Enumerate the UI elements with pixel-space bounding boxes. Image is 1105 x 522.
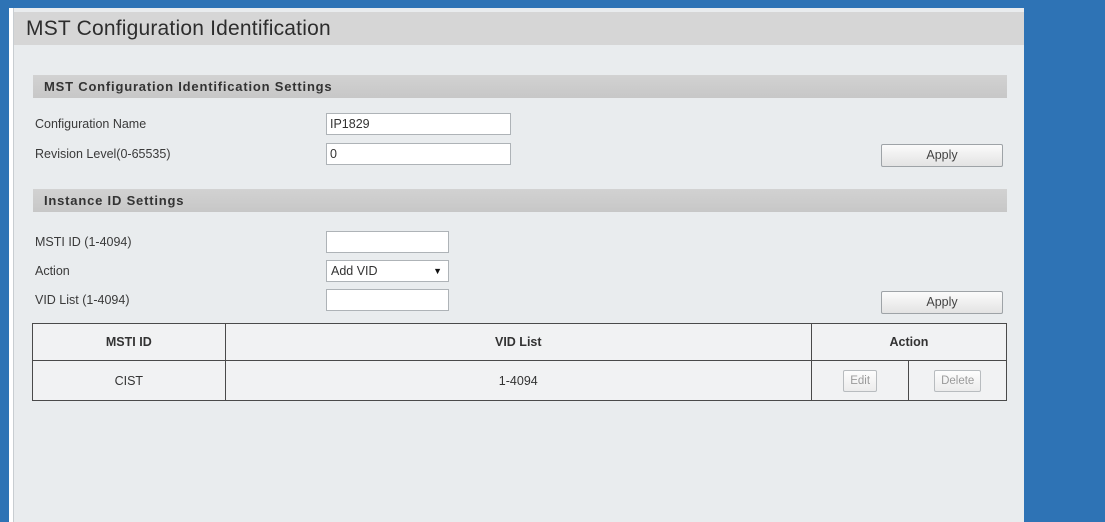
top-frame-bar xyxy=(9,0,1024,8)
column-header-action: Action xyxy=(810,323,1008,361)
revision-level-label: Revision Level(0-65535) xyxy=(35,147,171,161)
main-panel: MST Configuration Identification MST Con… xyxy=(13,8,1024,522)
vid-list-input[interactable] xyxy=(326,289,449,311)
msti-id-label: MSTI ID (1-4094) xyxy=(35,235,132,249)
left-frame-bar xyxy=(0,0,9,522)
msti-id-input[interactable] xyxy=(326,231,449,253)
right-frame-panel xyxy=(1024,0,1105,522)
action-select[interactable]: Add VID ▼ xyxy=(326,260,449,282)
column-header-msti-id: MSTI ID xyxy=(32,323,226,361)
vid-list-label: VID List (1-4094) xyxy=(35,293,130,307)
action-select-value: Add VID xyxy=(331,264,378,278)
cell-delete: Delete xyxy=(908,360,1007,401)
revision-level-input[interactable] xyxy=(326,143,511,165)
instance-apply-button[interactable]: Apply xyxy=(881,291,1003,314)
cell-msti-id: CIST xyxy=(32,360,226,401)
edit-button[interactable]: Edit xyxy=(843,369,878,392)
table-row: CIST 1-4094 Edit Delete xyxy=(32,360,1007,401)
instance-settings-header: Instance ID Settings xyxy=(33,189,1007,212)
cell-edit: Edit xyxy=(810,360,910,401)
table-header-row: MSTI ID VID List Action xyxy=(32,323,1008,361)
page-title: MST Configuration Identification xyxy=(14,12,1024,45)
column-header-vid-list: VID List xyxy=(224,323,812,361)
delete-button[interactable]: Delete xyxy=(934,369,982,392)
config-name-label: Configuration Name xyxy=(35,117,147,131)
cell-vid-list: 1-4094 xyxy=(224,360,812,401)
msti-table: MSTI ID VID List Action CIST 1-4094 Edit… xyxy=(32,323,1008,401)
mst-settings-header: MST Configuration Identification Setting… xyxy=(33,75,1007,98)
dropdown-arrow-icon: ▼ xyxy=(433,266,442,276)
config-name-input[interactable] xyxy=(326,113,511,135)
mst-apply-button[interactable]: Apply xyxy=(881,144,1003,167)
action-label: Action xyxy=(35,264,70,278)
